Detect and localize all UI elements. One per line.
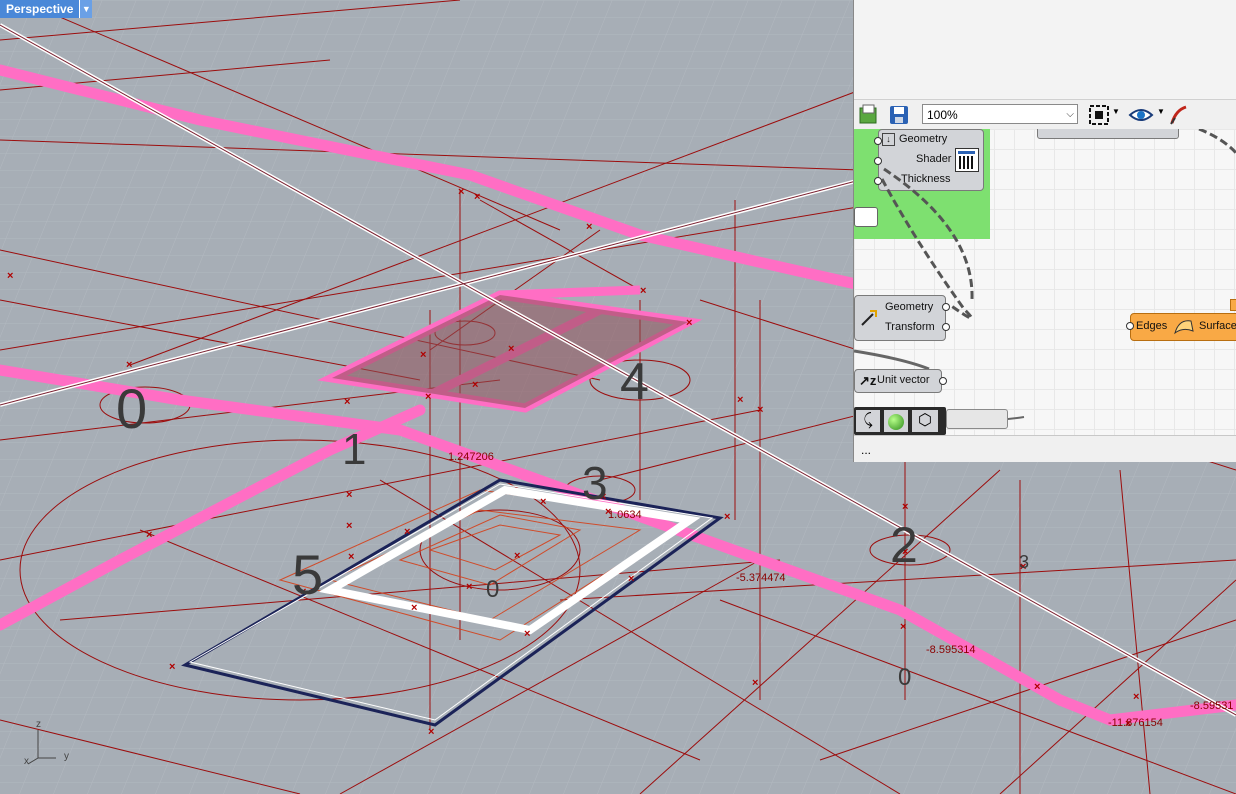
viewport-label-5: 5 <box>292 543 324 606</box>
hexagon-icon: ⬡ <box>912 410 938 432</box>
status-text: ... <box>861 443 872 457</box>
dimension-label: -8.595314 <box>926 644 976 656</box>
svg-text:×: × <box>425 391 431 403</box>
axis-gizmo <box>27 730 56 765</box>
dimension-label: -11.876154 <box>1108 717 1163 729</box>
viewport-label-0: 0 <box>116 377 148 440</box>
viewport-label-3: 3 <box>582 457 608 509</box>
svg-text:×: × <box>169 661 175 673</box>
svg-text:×: × <box>752 677 758 689</box>
svg-text:×: × <box>900 621 906 633</box>
svg-text:×: × <box>508 343 514 355</box>
number-slider[interactable] <box>946 409 1008 429</box>
dimension-label: -5.374474 <box>736 572 786 584</box>
sketch-pen-icon[interactable] <box>1168 104 1190 126</box>
chevron-down-icon[interactable]: ▼ <box>1112 107 1120 116</box>
input-surface: Surface <box>1199 320 1236 332</box>
input-transform: Transform <box>885 321 935 333</box>
viewport-label-1: 1 <box>342 425 367 474</box>
unit-vector-label: Unit vector <box>877 374 930 386</box>
axis-x-label: x <box>24 756 29 767</box>
dimension-label: 1.247206 <box>448 451 494 463</box>
grasshopper-window: 100% ⌵ ▼ ▼ ↓ Geometry Shader Thickness G… <box>853 0 1236 462</box>
gh-status-bar: ... <box>854 435 1236 462</box>
dimension-label: 1.0634 <box>608 509 642 521</box>
svg-text:×: × <box>474 191 480 203</box>
curve-icon: ⤹ <box>856 410 880 432</box>
svg-text:×: × <box>404 526 410 538</box>
viewport-label-2: 2 <box>890 517 918 573</box>
svg-text:×: × <box>586 221 592 233</box>
svg-text:×: × <box>640 285 646 297</box>
input-geometry: Geometry <box>885 301 934 313</box>
open-file-icon[interactable] <box>858 104 880 126</box>
svg-text:×: × <box>686 317 692 329</box>
svg-text:×: × <box>902 501 908 513</box>
component-partial[interactable] <box>1230 299 1236 311</box>
viewport-menu-arrow-icon[interactable]: ▼ <box>79 0 93 18</box>
svg-text:×: × <box>428 726 434 738</box>
svg-text:×: × <box>628 573 634 585</box>
edges-component[interactable]: Edges Surface <box>1130 313 1236 341</box>
svg-text:×: × <box>737 394 743 406</box>
preview-eye-icon[interactable] <box>1128 104 1154 126</box>
gh-title-area <box>854 0 1236 98</box>
viewport-name[interactable]: Perspective <box>0 0 80 18</box>
icon-toolbar-cluster[interactable]: ⤹ ⬡ <box>854 407 946 435</box>
viewport-label-0c: 0 <box>898 664 912 691</box>
svg-text:×: × <box>346 520 352 532</box>
chevron-down-icon[interactable]: ▼ <box>1157 107 1165 116</box>
surface-edges-icon <box>1174 320 1194 335</box>
svg-text:×: × <box>126 359 132 371</box>
output-port[interactable] <box>939 377 947 385</box>
input-edges: Edges <box>1136 320 1168 332</box>
svg-text:×: × <box>1034 681 1040 693</box>
save-file-icon[interactable] <box>888 104 910 126</box>
unit-vector-component[interactable]: ↗z Unit vector <box>854 369 942 393</box>
svg-text:×: × <box>344 396 350 408</box>
svg-text:×: × <box>540 496 546 508</box>
axis-y-label: y <box>64 751 69 762</box>
svg-text:×: × <box>1133 691 1139 703</box>
svg-text:×: × <box>757 404 763 416</box>
svg-text:×: × <box>524 628 530 640</box>
svg-text:×: × <box>411 602 417 614</box>
svg-text:×: × <box>7 270 13 282</box>
unit-z-icon: ↗z <box>859 373 877 388</box>
gh-canvas[interactable]: ↓ Geometry Shader Thickness Geometry Tra… <box>854 129 1236 435</box>
viewport-label-4: 4 <box>620 353 649 411</box>
gh-toolbar: 100% ⌵ ▼ ▼ <box>854 99 1236 131</box>
viewport-label-0b: 0 <box>486 576 500 603</box>
viewport-title-tab[interactable]: Perspective ▼ <box>0 0 93 18</box>
zoom-value: 100% <box>927 108 958 122</box>
sphere-icon <box>884 410 908 432</box>
svg-text:×: × <box>420 349 426 361</box>
svg-text:×: × <box>458 186 464 198</box>
svg-text:×: × <box>346 489 352 501</box>
viewport-label-3b: 3 <box>1019 552 1030 572</box>
zoom-extents-icon[interactable] <box>1088 104 1110 126</box>
svg-text:×: × <box>514 550 520 562</box>
zoom-dropdown[interactable]: 100% ⌵ <box>922 104 1078 124</box>
svg-text:×: × <box>724 511 730 523</box>
svg-text:×: × <box>348 551 354 563</box>
transform-icon <box>861 310 877 326</box>
output-port[interactable] <box>942 323 950 331</box>
input-port[interactable] <box>1126 322 1134 330</box>
svg-text:×: × <box>472 379 478 391</box>
dimension-label: -8.59531 <box>1190 700 1234 712</box>
chevron-down-icon: ⌵ <box>1066 109 1074 120</box>
svg-text:×: × <box>466 581 472 593</box>
svg-text:×: × <box>146 529 152 541</box>
output-port[interactable] <box>942 303 950 311</box>
axis-z-label: z <box>36 719 41 730</box>
transform-component[interactable]: Geometry Transform <box>854 295 946 341</box>
